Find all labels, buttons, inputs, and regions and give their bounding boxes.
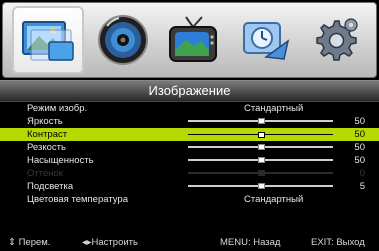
row-label: Оттенок xyxy=(27,168,63,179)
row-label: Контраст xyxy=(27,129,68,140)
slider-track[interactable] xyxy=(188,118,333,124)
slider-track xyxy=(188,170,333,176)
page-title: Изображение xyxy=(0,80,379,102)
tv-channel-icon xyxy=(169,16,218,62)
slider-track[interactable] xyxy=(188,132,333,138)
row-label: Яркость xyxy=(27,116,63,127)
row-saturation[interactable]: Насыщенность 50 xyxy=(0,154,379,167)
slider-thumb[interactable] xyxy=(257,118,265,124)
menu-icon-bar xyxy=(2,2,377,78)
row-color-temperature[interactable]: Цветовая температура Стандартный xyxy=(0,193,379,206)
picture-icon xyxy=(22,21,75,61)
tab-settings[interactable] xyxy=(303,9,367,71)
row-backlight[interactable]: Подсветка 5 xyxy=(0,180,379,193)
footer-hints: ⇕ Перем. ◂▸Настроить MENU: Назад EXIT: В… xyxy=(0,234,379,251)
slider-thumb[interactable] xyxy=(257,144,265,150)
row-label: Цветовая температура xyxy=(27,194,128,205)
hint-move: ⇕ Перем. xyxy=(8,237,51,248)
row-value: Стандартный xyxy=(244,194,304,205)
row-value: 0 xyxy=(359,168,365,179)
row-tint: Оттенок 0 xyxy=(0,167,379,180)
row-value: 50 xyxy=(354,142,365,153)
row-label: Резкость xyxy=(27,142,66,153)
slider-track[interactable] xyxy=(188,157,333,163)
row-label: Насыщенность xyxy=(27,155,94,166)
row-value: 50 xyxy=(354,155,365,166)
tab-sound[interactable] xyxy=(91,9,155,71)
sound-icon xyxy=(97,15,148,65)
slider-thumb xyxy=(257,170,265,176)
settings-gear-icon xyxy=(315,18,358,61)
slider-track[interactable] xyxy=(188,144,333,150)
hint-menu-back: MENU: Назад xyxy=(220,237,281,248)
slider-track[interactable] xyxy=(188,183,333,189)
hint-exit: EXIT: Выход xyxy=(311,237,365,248)
tab-timer[interactable] xyxy=(232,9,296,71)
row-picture-mode[interactable]: Режим изобр. Стандартный xyxy=(0,102,379,115)
tab-channel[interactable] xyxy=(161,9,225,71)
tv-osd-menu: Изображение Режим изобр. Стандартный Ярк… xyxy=(0,0,379,251)
row-value: Стандартный xyxy=(244,103,304,114)
settings-list: Режим изобр. Стандартный Яркость 50 Конт… xyxy=(0,102,379,206)
hint-adjust: ◂▸Настроить xyxy=(82,237,138,248)
row-value: 5 xyxy=(359,181,365,192)
slider-thumb[interactable] xyxy=(257,132,265,138)
tab-picture[interactable] xyxy=(12,6,85,74)
slider-thumb[interactable] xyxy=(257,183,265,189)
row-label: Режим изобр. xyxy=(27,103,88,114)
row-brightness[interactable]: Яркость 50 xyxy=(0,115,379,128)
slider-thumb[interactable] xyxy=(257,157,265,163)
row-value: 50 xyxy=(354,116,365,127)
row-label: Подсветка xyxy=(27,181,74,192)
row-value: 50 xyxy=(354,129,365,140)
timer-satellite-icon xyxy=(243,22,290,60)
row-sharpness[interactable]: Резкость 50 xyxy=(0,141,379,154)
row-contrast[interactable]: Контраст 50 xyxy=(0,128,379,141)
